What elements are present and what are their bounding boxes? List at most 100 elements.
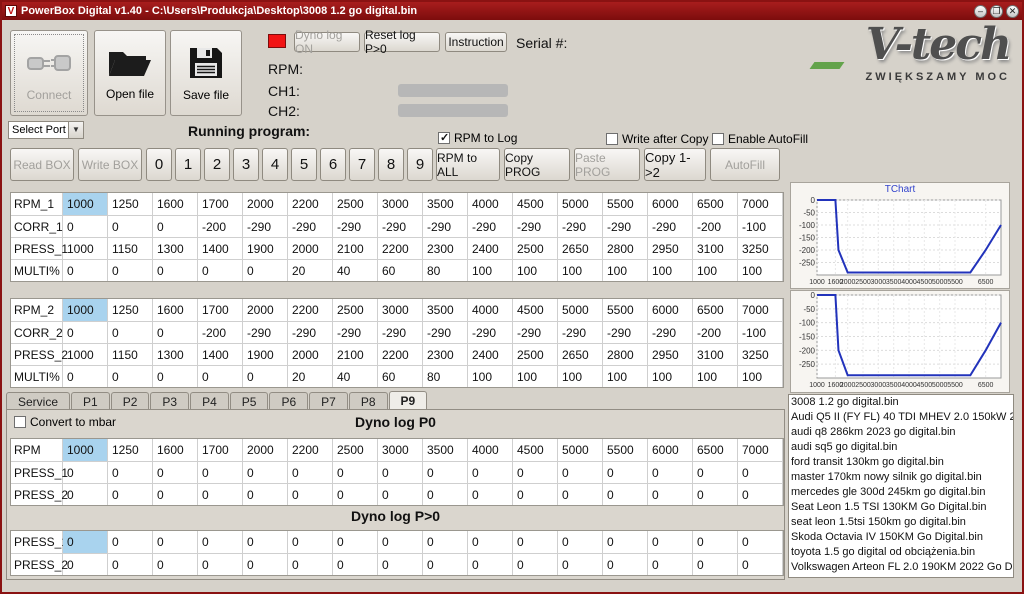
table-cell[interactable]: 0 [378, 531, 423, 553]
table-cell[interactable]: 100 [693, 366, 738, 387]
table-cell[interactable]: 0 [63, 554, 108, 575]
tab-p8[interactable]: P8 [349, 392, 388, 410]
table-cell[interactable]: 100 [558, 260, 603, 281]
tab-p9[interactable]: P9 [389, 391, 428, 410]
table-cell[interactable]: 4000 [468, 439, 513, 461]
instruction-button[interactable]: Instruction [445, 32, 507, 52]
table-cell[interactable]: -200 [693, 322, 738, 343]
table-cell[interactable]: 2000 [243, 299, 288, 321]
table-cell[interactable]: -290 [468, 322, 513, 343]
table-cell[interactable]: 1300 [153, 344, 198, 365]
table-cell[interactable]: 0 [738, 462, 783, 483]
table-cell[interactable]: 1400 [198, 344, 243, 365]
table-cell[interactable]: 0 [108, 462, 153, 483]
table-cell[interactable]: 3000 [378, 439, 423, 461]
table-cell[interactable]: 0 [243, 260, 288, 281]
table-cell[interactable]: 100 [738, 260, 783, 281]
table-cell[interactable]: 3500 [423, 193, 468, 215]
table-cell[interactable]: 0 [513, 531, 558, 553]
file-list-item[interactable]: Seat Leon 1.5 TSI 130KM Go Digital.bin [789, 500, 1013, 515]
table-cell[interactable]: 4500 [513, 299, 558, 321]
table-cell[interactable]: 1250 [108, 193, 153, 215]
table-cell[interactable]: 0 [333, 484, 378, 505]
table-cell[interactable]: 0 [198, 484, 243, 505]
table-cell[interactable]: 0 [468, 554, 513, 575]
table-cell[interactable]: 0 [198, 462, 243, 483]
rpm-to-log-checkbox[interactable]: RPM to Log [438, 131, 517, 145]
tab-p5[interactable]: P5 [230, 392, 269, 410]
table-cell[interactable]: -290 [423, 216, 468, 237]
table-cell[interactable]: 0 [693, 531, 738, 553]
file-list-item[interactable]: toyota 1.5 go digital od obciążenia.bin [789, 545, 1013, 560]
table-cell[interactable]: 0 [108, 531, 153, 553]
table-cell[interactable]: 3500 [423, 299, 468, 321]
table-cell[interactable]: -290 [378, 322, 423, 343]
table-cell[interactable]: 1600 [153, 439, 198, 461]
table-cell[interactable]: -290 [648, 216, 693, 237]
table-cell[interactable]: -290 [513, 322, 558, 343]
table-cell[interactable]: 0 [153, 366, 198, 387]
select-port-dropdown[interactable]: Select Port ▼ [8, 121, 84, 139]
table-cell[interactable]: -200 [198, 216, 243, 237]
table-cell[interactable]: 1000 [63, 439, 108, 461]
table-cell[interactable]: -290 [288, 216, 333, 237]
table-cell[interactable]: 6500 [693, 299, 738, 321]
table-cell[interactable]: 2950 [648, 238, 693, 259]
table-cell[interactable]: 0 [333, 531, 378, 553]
paste-prog-button[interactable]: Paste PROG [574, 148, 640, 181]
table-cell[interactable]: 2100 [333, 344, 378, 365]
table-cell[interactable]: 0 [153, 554, 198, 575]
table-cell[interactable]: 2800 [603, 238, 648, 259]
table-cell[interactable]: 0 [468, 462, 513, 483]
table-cell[interactable]: 2950 [648, 344, 693, 365]
table-cell[interactable]: 0 [513, 462, 558, 483]
table-cell[interactable]: 0 [198, 260, 243, 281]
table-cell[interactable]: 0 [108, 484, 153, 505]
table-cell[interactable]: 0 [153, 484, 198, 505]
table-cell[interactable]: 2000 [243, 439, 288, 461]
file-list-item[interactable]: mercedes gle 300d 245km go digital.bin [789, 485, 1013, 500]
table-cell[interactable]: 5000 [558, 439, 603, 461]
program-9-button[interactable]: 9 [407, 148, 433, 181]
close-button[interactable]: ✕ [1006, 5, 1019, 18]
table-cell[interactable]: 0 [153, 322, 198, 343]
open-file-button[interactable]: Open file [94, 30, 166, 116]
table-cell[interactable]: 0 [63, 366, 108, 387]
table-cell[interactable]: 0 [108, 554, 153, 575]
table-cell[interactable]: 100 [603, 260, 648, 281]
copy-prog-button[interactable]: Copy PROG [504, 148, 570, 181]
enable-autofill-checkbox[interactable]: Enable AutoFill [712, 132, 808, 146]
table-cell[interactable]: 1150 [108, 238, 153, 259]
save-file-button[interactable]: Save file [170, 30, 242, 116]
table-cell[interactable]: 0 [153, 531, 198, 553]
table-cell[interactable]: -290 [288, 322, 333, 343]
table-cell[interactable]: 1900 [243, 344, 288, 365]
table-cell[interactable]: 0 [648, 554, 693, 575]
tab-p1[interactable]: P1 [71, 392, 110, 410]
reset-log-button[interactable]: Reset log P>0 [364, 32, 440, 52]
file-list-item[interactable]: Audi Q5 II (FY FL) 40 TDI MHEV 2.0 150kW… [789, 410, 1013, 425]
table-cell[interactable]: 7000 [738, 193, 783, 215]
table-cell[interactable]: 2000 [288, 238, 333, 259]
table-cell[interactable]: 1400 [198, 238, 243, 259]
table-cell[interactable]: 6000 [648, 299, 693, 321]
tab-service[interactable]: Service [6, 392, 70, 410]
table-cell[interactable]: 1000 [63, 193, 108, 215]
table-cell[interactable]: 3100 [693, 344, 738, 365]
table-cell[interactable]: 0 [333, 462, 378, 483]
table-cell[interactable]: 2200 [288, 299, 333, 321]
table-cell[interactable]: 0 [108, 260, 153, 281]
table-cell[interactable]: 60 [378, 260, 423, 281]
table-cell[interactable]: -290 [423, 322, 468, 343]
file-list-item[interactable]: audi sq5 go digital.bin [789, 440, 1013, 455]
table-cell[interactable]: 0 [648, 462, 693, 483]
table-cell[interactable]: -290 [333, 322, 378, 343]
program-1-button[interactable]: 1 [175, 148, 201, 181]
table-cell[interactable]: 1300 [153, 238, 198, 259]
table-cell[interactable]: 2500 [513, 238, 558, 259]
table-cell[interactable]: 0 [198, 366, 243, 387]
table-cell[interactable]: 0 [108, 366, 153, 387]
rpm-to-all-button[interactable]: RPM to ALL [436, 148, 500, 181]
table-cell[interactable]: 0 [558, 484, 603, 505]
table-cell[interactable]: 0 [693, 554, 738, 575]
